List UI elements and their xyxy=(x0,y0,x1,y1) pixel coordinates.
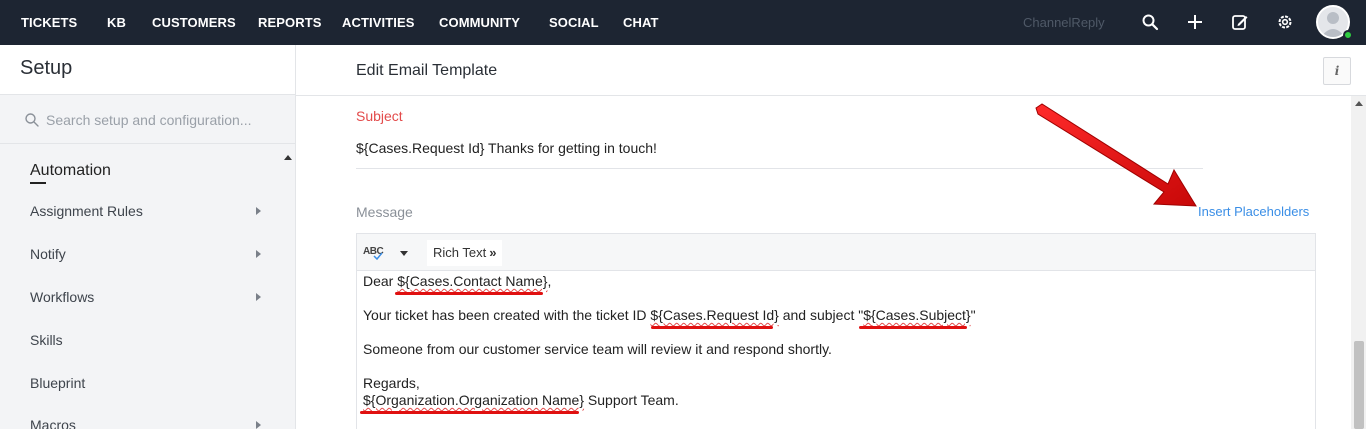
body-line-review: Someone from our customer service team w… xyxy=(363,341,832,357)
placeholder-organization-name: ${Organization.Organization Name} xyxy=(363,392,585,408)
setup-search-input[interactable] xyxy=(46,109,276,131)
message-editor[interactable]: ABC Rich Text» Dear ${Cases.Contact Name… xyxy=(356,233,1316,429)
body-line-regards: Regards, xyxy=(363,375,420,391)
scrollbar-thumb[interactable] xyxy=(1354,341,1364,429)
setup-header: Setup xyxy=(0,45,295,95)
nav-kb[interactable]: KB xyxy=(107,15,126,30)
plus-icon[interactable] xyxy=(1184,11,1206,33)
section-underline xyxy=(30,182,46,184)
chevron-down-icon[interactable] xyxy=(400,251,408,256)
channel-reply-link[interactable]: ChannelReply xyxy=(1023,15,1105,30)
page-title: Edit Email Template xyxy=(356,62,498,79)
double-chevron-right-icon: » xyxy=(489,245,497,260)
placeholder-contact-name: ${Cases.Contact Name} xyxy=(397,273,548,289)
annotation-underline xyxy=(651,326,773,329)
annotation-arrow-icon xyxy=(1035,103,1197,207)
top-nav: TICKETS KB CUSTOMERS REPORTS ACTIVITIES … xyxy=(0,0,1366,45)
nav-chat[interactable]: CHAT xyxy=(623,15,659,30)
nav-reports[interactable]: REPORTS xyxy=(258,15,322,30)
subject-label: Subject xyxy=(356,108,403,124)
insert-placeholders-link[interactable]: Insert Placeholders xyxy=(1198,204,1309,219)
setup-sidebar: Setup Automation Assignment Rules Notify… xyxy=(0,45,296,429)
nav-social[interactable]: SOCIAL xyxy=(549,15,599,30)
rich-text-button[interactable]: Rich Text» xyxy=(427,240,503,266)
sidebar-item-assignment-rules[interactable]: Assignment Rules xyxy=(30,203,143,219)
body-line-greeting: Dear ${Cases.Contact Name}, xyxy=(363,273,551,289)
body-text: " xyxy=(970,307,976,323)
subject-input[interactable]: ${Cases.Request Id} Thanks for getting i… xyxy=(356,140,657,156)
chevron-right-icon xyxy=(256,421,261,429)
placeholder-subject: ${Cases.Subject} xyxy=(863,307,971,323)
sidebar-item-workflows[interactable]: Workflows xyxy=(30,289,94,305)
annotation-underline xyxy=(360,411,579,414)
main-header: Edit Email Template i xyxy=(296,45,1366,96)
annotation-underline xyxy=(859,326,967,329)
body-text: , xyxy=(547,273,552,289)
nav-customers[interactable]: CUSTOMERS xyxy=(152,15,236,30)
body-line-ticket: Your ticket has been created with the ti… xyxy=(363,307,976,323)
sidebar-item-skills[interactable]: Skills xyxy=(30,332,63,348)
search-icon[interactable] xyxy=(1139,11,1161,33)
rich-text-label: Rich Text xyxy=(433,245,487,260)
gear-icon[interactable] xyxy=(1274,11,1296,33)
chevron-right-icon xyxy=(256,207,261,215)
section-automation: Automation xyxy=(30,162,111,179)
main-panel: Edit Email Template i Subject ${Cases.Re… xyxy=(296,45,1366,429)
sidebar-item-macros[interactable]: Macros xyxy=(30,417,76,429)
online-status-dot xyxy=(1343,30,1353,40)
nav-community[interactable]: COMMUNITY xyxy=(439,15,520,30)
check-icon xyxy=(373,252,383,260)
body-text: Dear xyxy=(363,273,398,289)
message-label: Message xyxy=(356,204,413,220)
info-button[interactable]: i xyxy=(1323,57,1351,85)
chevron-right-icon xyxy=(256,293,261,301)
annotation-underline xyxy=(395,292,543,295)
compose-icon[interactable] xyxy=(1229,11,1251,33)
sidebar-item-blueprint[interactable]: Blueprint xyxy=(30,375,85,391)
setup-title: Setup xyxy=(20,57,73,79)
body-text: Support Team. xyxy=(584,392,679,408)
nav-tickets[interactable]: TICKETS xyxy=(21,15,77,30)
sidebar-item-notify[interactable]: Notify xyxy=(30,246,66,262)
sidebar-scroll-up-icon[interactable] xyxy=(284,155,292,160)
nav-activities[interactable]: ACTIVITIES xyxy=(342,15,415,30)
scroll-up-icon[interactable] xyxy=(1355,101,1363,106)
body-text: and subject " xyxy=(778,307,864,323)
editor-toolbar: ABC Rich Text» xyxy=(357,234,1315,271)
body-text: Your ticket has been created with the ti… xyxy=(363,307,651,323)
search-icon xyxy=(25,113,39,127)
body-line-signature: ${Organization.Organization Name} Suppor… xyxy=(363,392,679,408)
setup-search xyxy=(0,96,295,144)
placeholder-request-id: ${Cases.Request Id} xyxy=(650,307,779,323)
chevron-right-icon xyxy=(256,250,261,258)
